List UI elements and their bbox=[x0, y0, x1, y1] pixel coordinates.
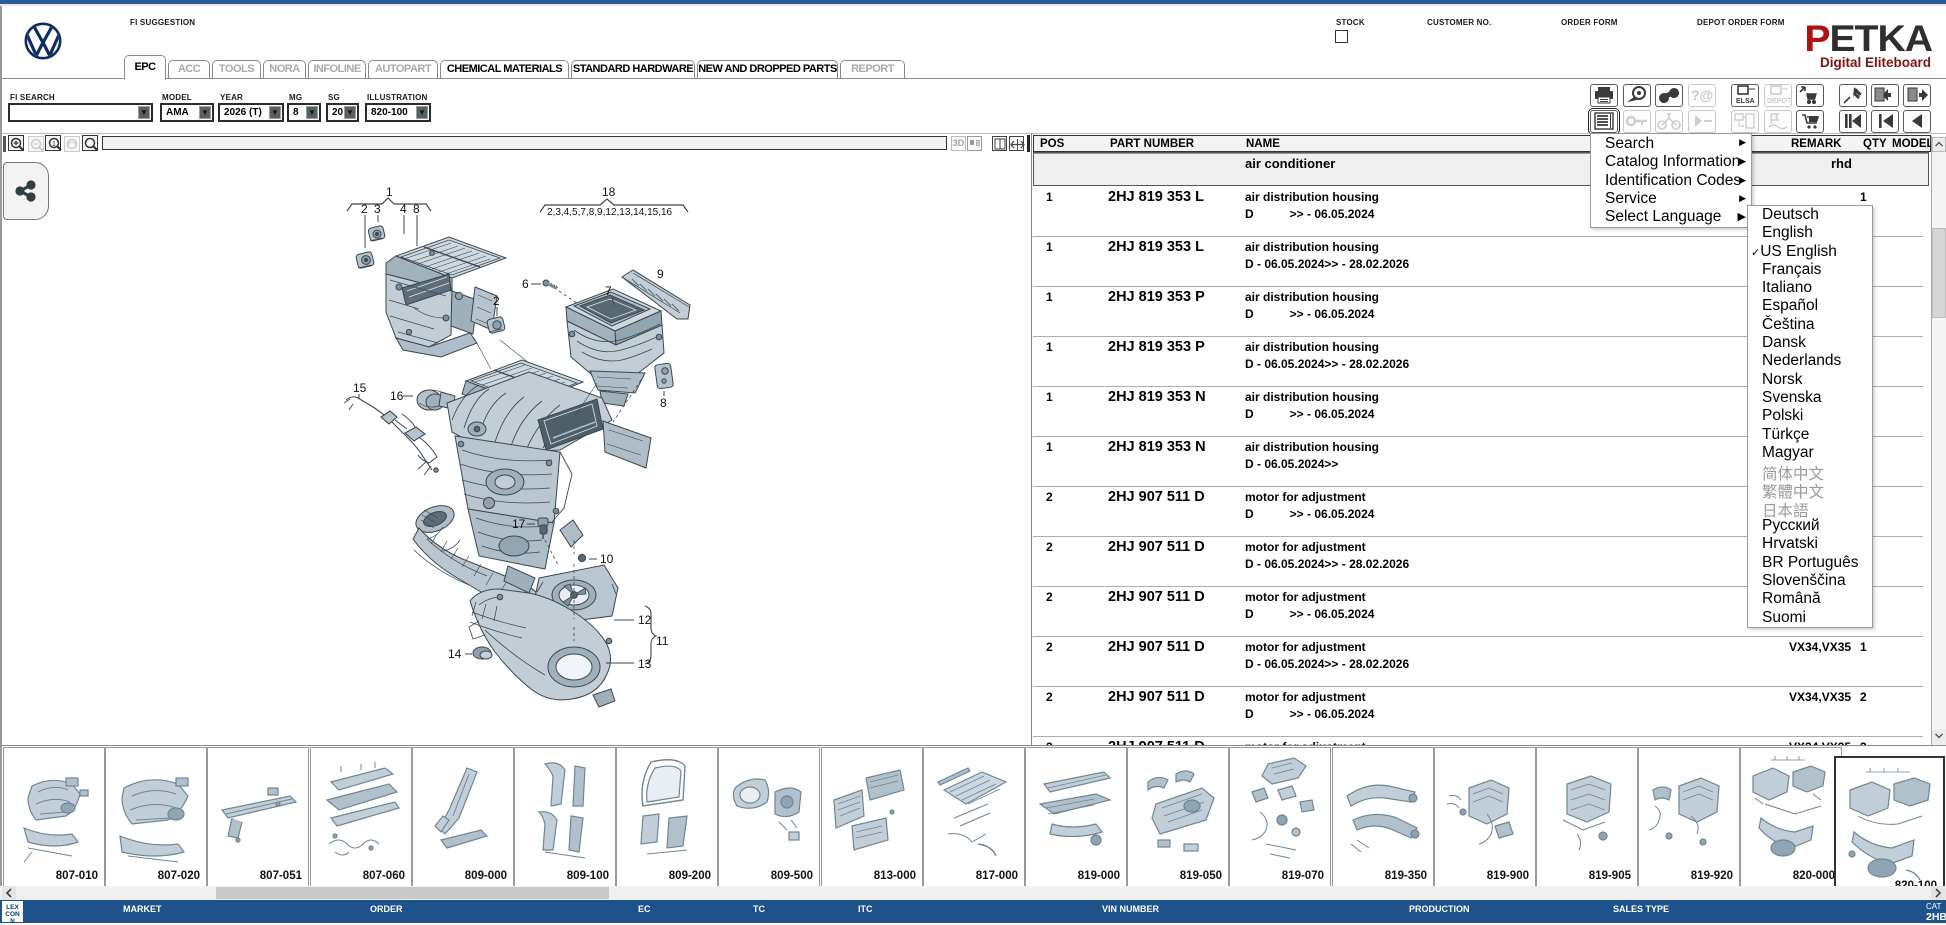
svg-text:3: 3 bbox=[374, 202, 381, 216]
svg-text:2,3,4,5,7,8,9,12,13,14,15,16: 2,3,4,5,7,8,9,12,13,14,15,16 bbox=[547, 207, 673, 218]
svg-text:14: 14 bbox=[448, 647, 462, 661]
svg-text:1: 1 bbox=[386, 185, 393, 199]
svg-text:7: 7 bbox=[605, 284, 612, 298]
svg-text:?@: ?@ bbox=[1691, 87, 1713, 103]
svg-text:16: 16 bbox=[390, 389, 404, 403]
svg-text:6: 6 bbox=[522, 277, 529, 291]
svg-text:13: 13 bbox=[638, 657, 652, 671]
svg-text:DEPOT: DEPOT bbox=[1767, 98, 1791, 105]
svg-text:ELSA: ELSA bbox=[1736, 98, 1755, 105]
svg-text:9: 9 bbox=[657, 267, 664, 281]
svg-text:2: 2 bbox=[493, 294, 500, 308]
svg-text:8: 8 bbox=[413, 202, 420, 216]
svg-text:15: 15 bbox=[353, 381, 367, 395]
svg-text:18: 18 bbox=[602, 185, 616, 199]
svg-text:12: 12 bbox=[638, 613, 652, 627]
svg-text:4: 4 bbox=[400, 202, 407, 216]
svg-text:11: 11 bbox=[656, 634, 669, 648]
svg-text:8: 8 bbox=[660, 396, 667, 410]
svg-text:2: 2 bbox=[361, 202, 368, 216]
svg-text:10: 10 bbox=[600, 552, 614, 566]
svg-text:17: 17 bbox=[512, 517, 526, 531]
